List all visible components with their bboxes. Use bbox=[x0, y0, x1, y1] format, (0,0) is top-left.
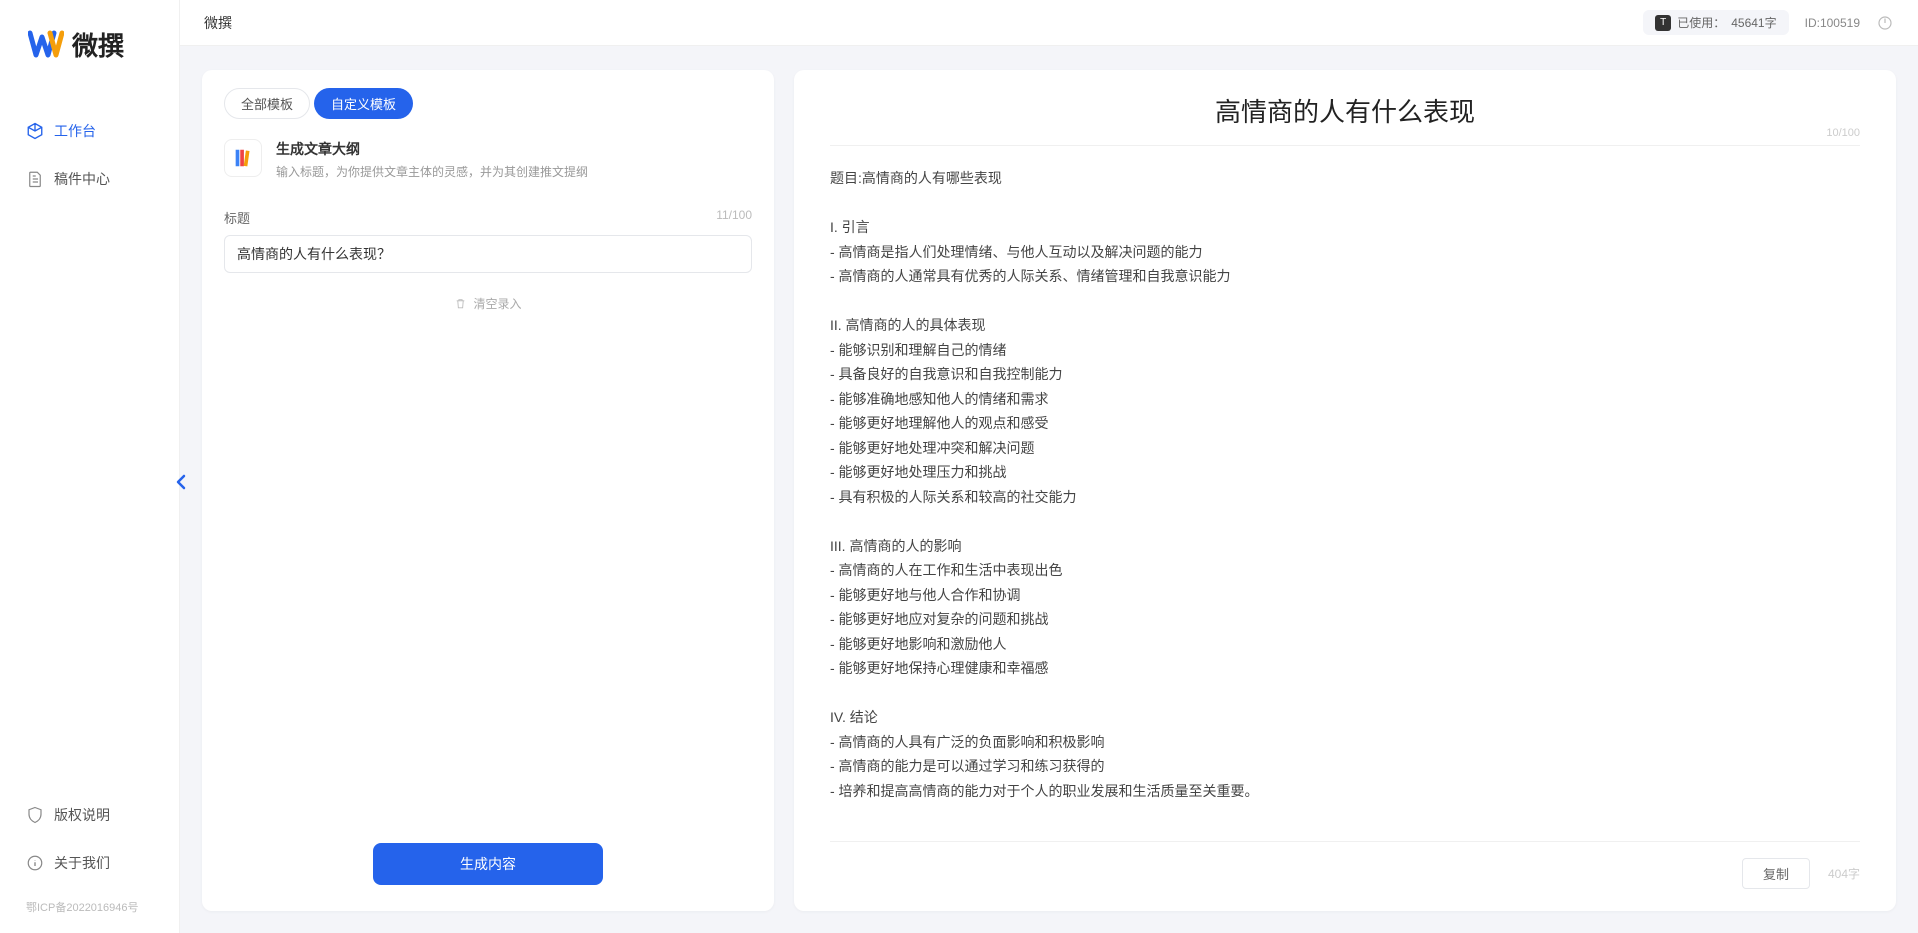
title-input[interactable] bbox=[224, 235, 752, 273]
nav-item-about[interactable]: 关于我们 bbox=[0, 845, 179, 881]
collapse-handle[interactable] bbox=[172, 470, 190, 494]
clear-label: 清空录入 bbox=[473, 295, 521, 312]
books-icon bbox=[232, 147, 254, 169]
field-label: 标题 bbox=[224, 208, 250, 227]
user-id: ID:100519 bbox=[1805, 16, 1860, 30]
word-count: 404字 bbox=[1828, 865, 1860, 882]
clear-button[interactable]: 清空录入 bbox=[224, 295, 752, 312]
copy-button[interactable]: 复制 bbox=[1742, 858, 1810, 889]
logo: 微撰 bbox=[0, 0, 179, 83]
topbar: 微撰 T 已使用： 45641字 ID:100519 bbox=[180, 0, 1918, 46]
nav-item-label: 关于我们 bbox=[54, 853, 110, 873]
template-icon bbox=[224, 139, 262, 177]
nav-item-label: 工作台 bbox=[54, 121, 96, 141]
document-icon bbox=[26, 170, 44, 188]
logo-icon bbox=[28, 29, 64, 61]
sidebar-bottom: 版权说明 关于我们 鄂ICP备2022016946号 bbox=[0, 797, 179, 933]
output-panel: 高情商的人有什么表现 10/100 题目:高情商的人有哪些表现 I. 引言 - … bbox=[794, 70, 1896, 911]
sidebar: 微撰 工作台 稿件中心 版权说明 关于我们 鄂ICP备2022016946号 bbox=[0, 0, 180, 933]
usage-value: 45641字 bbox=[1731, 14, 1776, 31]
output-body: 题目:高情商的人有哪些表现 I. 引言 - 高情商是指人们处理情绪、与他人互动以… bbox=[830, 166, 1860, 829]
input-panel: 全部模板 自定义模板 生成文章大纲 输入标题，为你提供文章主体的灵感，并为其创建… bbox=[202, 70, 774, 911]
page-title: 微撰 bbox=[204, 13, 232, 33]
nav-item-copyright[interactable]: 版权说明 bbox=[0, 797, 179, 833]
template-title: 生成文章大纲 bbox=[276, 139, 588, 159]
trash-icon bbox=[454, 297, 467, 310]
usage-prefix: 已使用： bbox=[1677, 14, 1725, 31]
generate-button[interactable]: 生成内容 bbox=[373, 843, 603, 885]
icp-text: 鄂ICP备2022016946号 bbox=[0, 893, 179, 921]
shield-icon bbox=[26, 806, 44, 824]
info-icon bbox=[26, 854, 44, 872]
nav-item-workspace[interactable]: 工作台 bbox=[0, 113, 179, 149]
logo-text: 微撰 bbox=[72, 26, 124, 63]
cube-icon bbox=[26, 122, 44, 140]
template-tabs: 全部模板 自定义模板 bbox=[224, 88, 752, 119]
power-icon bbox=[1876, 14, 1894, 32]
nav: 工作台 稿件中心 bbox=[0, 83, 179, 209]
t-icon: T bbox=[1655, 15, 1671, 31]
char-count: 11/100 bbox=[716, 208, 752, 227]
template-desc: 输入标题，为你提供文章主体的灵感，并为其创建推文提纲 bbox=[276, 163, 588, 180]
usage-badge: T 已使用： 45641字 bbox=[1643, 10, 1788, 35]
nav-item-label: 版权说明 bbox=[54, 805, 110, 825]
output-meta: 10/100 bbox=[1826, 127, 1860, 139]
nav-item-drafts[interactable]: 稿件中心 bbox=[0, 161, 179, 197]
output-title: 高情商的人有什么表现 bbox=[830, 92, 1860, 129]
template-card: 生成文章大纲 输入标题，为你提供文章主体的灵感，并为其创建推文提纲 bbox=[224, 139, 752, 180]
chevron-left-icon bbox=[175, 474, 187, 490]
tab-custom-templates[interactable]: 自定义模板 bbox=[314, 88, 413, 119]
nav-item-label: 稿件中心 bbox=[54, 169, 110, 189]
tab-all-templates[interactable]: 全部模板 bbox=[224, 88, 310, 119]
logout-button[interactable] bbox=[1876, 14, 1894, 32]
